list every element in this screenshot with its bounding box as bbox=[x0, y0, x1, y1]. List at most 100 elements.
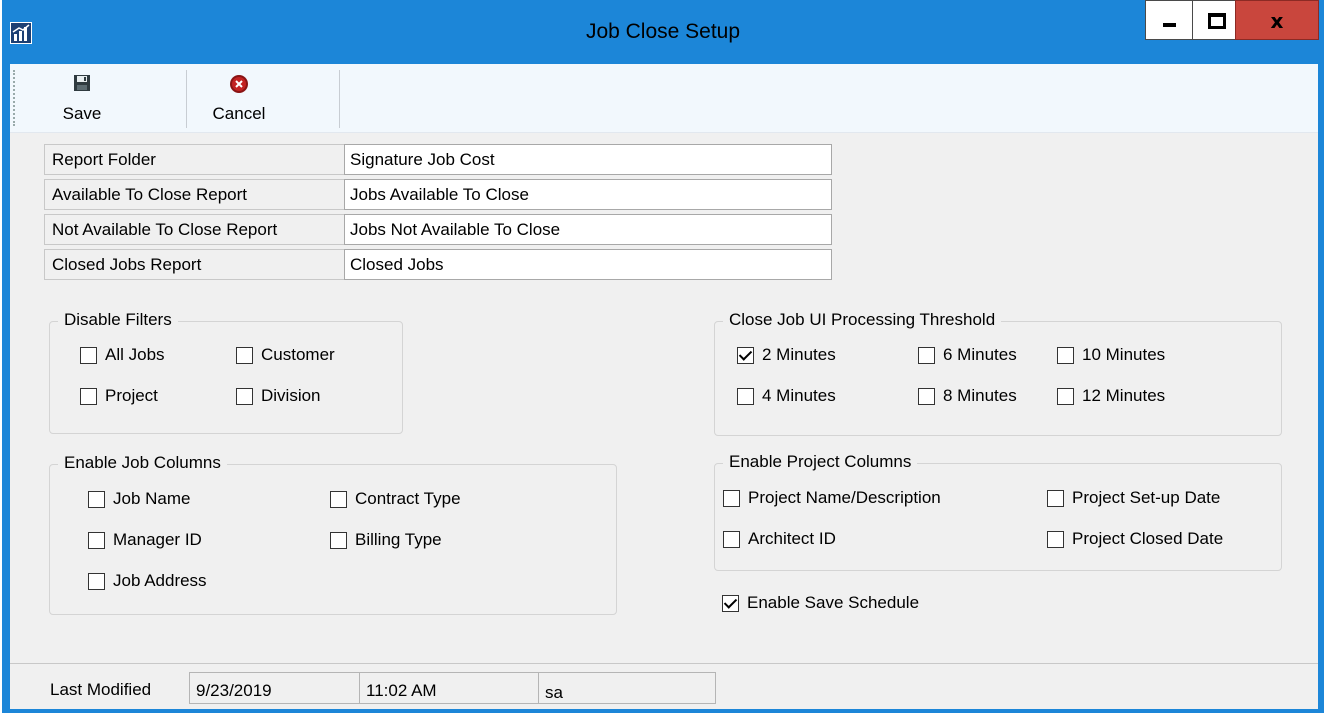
filter-project-checkbox[interactable]: Project bbox=[80, 385, 158, 407]
checkbox-label: Job Address bbox=[113, 571, 207, 590]
toolbar: Save Cancel bbox=[10, 64, 1318, 133]
checkbox-label: Customer bbox=[261, 345, 335, 364]
checkbox-label: Architect ID bbox=[748, 529, 836, 548]
group-title: Close Job UI Processing Threshold bbox=[723, 310, 1002, 330]
checkbox-label: 4 Minutes bbox=[762, 386, 836, 405]
checkbox-box[interactable] bbox=[236, 387, 253, 405]
cancel-label: Cancel bbox=[212, 104, 266, 123]
last-modified-date: 9/23/2019 bbox=[189, 672, 360, 704]
contract-type-checkbox[interactable]: Contract Type bbox=[330, 488, 461, 510]
job-address-checkbox[interactable]: Job Address bbox=[88, 570, 207, 592]
threshold-8-minutes-checkbox[interactable]: 8 Minutes bbox=[918, 385, 1017, 407]
job-columns-group: Enable Job Columns Job Name Contract Typ… bbox=[49, 453, 617, 615]
last-modified-user: sa bbox=[538, 672, 716, 704]
threshold-10-minutes-checkbox[interactable]: 10 Minutes bbox=[1057, 344, 1165, 366]
checkbox-box[interactable] bbox=[330, 531, 347, 549]
field-label: Report Folder bbox=[44, 144, 345, 175]
checkbox-label: Project bbox=[105, 386, 158, 405]
closed-jobs-report-input[interactable]: Closed Jobs bbox=[344, 249, 832, 280]
title-bar[interactable]: Job Close Setup x bbox=[2, 0, 1324, 64]
project-closed-date-checkbox[interactable]: Project Closed Date bbox=[1047, 528, 1223, 550]
toolbar-separator bbox=[186, 70, 187, 128]
checkbox-box[interactable] bbox=[918, 387, 935, 405]
field-label: Available To Close Report bbox=[44, 179, 345, 210]
checkbox-label: Project Closed Date bbox=[1072, 529, 1224, 548]
disable-filters-group: Disable Filters All Jobs Customer Projec… bbox=[49, 310, 403, 434]
project-columns-group: Enable Project Columns Project Name/Desc… bbox=[714, 452, 1282, 571]
cancel-icon bbox=[230, 75, 248, 93]
group-title: Enable Project Columns bbox=[723, 452, 918, 472]
filter-customer-checkbox[interactable]: Customer bbox=[236, 344, 335, 366]
last-modified-time: 11:02 AM bbox=[359, 672, 539, 704]
checkbox-label: Division bbox=[261, 386, 321, 405]
checkbox-label: 8 Minutes bbox=[943, 386, 1017, 405]
threshold-12-minutes-checkbox[interactable]: 12 Minutes bbox=[1057, 385, 1165, 407]
checkbox-box[interactable] bbox=[88, 531, 105, 549]
report-folder-input[interactable]: Signature Job Cost bbox=[344, 144, 832, 175]
maximize-icon bbox=[1208, 13, 1226, 29]
close-button[interactable]: x bbox=[1235, 0, 1319, 40]
checkbox-box[interactable] bbox=[918, 346, 935, 364]
status-bar: Last Modified 9/23/2019 11:02 AM sa bbox=[10, 663, 1318, 709]
floppy-disk-icon bbox=[74, 75, 90, 91]
filter-all-jobs-checkbox[interactable]: All Jobs bbox=[80, 344, 165, 366]
checkbox-label: 6 Minutes bbox=[943, 345, 1017, 364]
checkbox-box[interactable] bbox=[1047, 530, 1064, 548]
checkbox-box[interactable] bbox=[80, 346, 97, 364]
window-title: Job Close Setup bbox=[585, 20, 741, 43]
available-report-input[interactable]: Jobs Available To Close bbox=[344, 179, 832, 210]
cancel-button[interactable]: Cancel bbox=[193, 64, 285, 132]
threshold-group: Close Job UI Processing Threshold 2 Minu… bbox=[714, 310, 1282, 436]
architect-id-checkbox[interactable]: Architect ID bbox=[723, 528, 836, 550]
project-setup-date-checkbox[interactable]: Project Set-up Date bbox=[1047, 487, 1220, 509]
last-modified-label: Last Modified bbox=[50, 680, 152, 699]
close-icon: x bbox=[1270, 9, 1284, 33]
checkbox-box[interactable] bbox=[1057, 346, 1074, 364]
checkbox-label: Job Name bbox=[113, 489, 191, 508]
threshold-2-minutes-checkbox[interactable]: 2 Minutes bbox=[737, 344, 836, 366]
threshold-4-minutes-checkbox[interactable]: 4 Minutes bbox=[737, 385, 836, 407]
checkbox-label: Enable Save Schedule bbox=[747, 593, 920, 612]
checkbox-label: 10 Minutes bbox=[1082, 345, 1166, 364]
checkbox-label: Billing Type bbox=[355, 530, 442, 549]
minimize-button[interactable] bbox=[1145, 0, 1193, 40]
window: Job Close Setup x Save Cancel Report Fol… bbox=[2, 0, 1324, 713]
save-label: Save bbox=[62, 104, 102, 123]
checkbox-box[interactable] bbox=[723, 489, 740, 507]
checkbox-box[interactable] bbox=[1047, 489, 1064, 507]
enable-save-schedule-checkbox[interactable]: Enable Save Schedule bbox=[722, 592, 919, 614]
manager-id-checkbox[interactable]: Manager ID bbox=[88, 529, 202, 551]
save-button[interactable]: Save bbox=[48, 64, 116, 132]
checkbox-label: Project Name/Description bbox=[748, 488, 941, 507]
client-area: Save Cancel Report Folder Signature Job … bbox=[10, 64, 1318, 709]
maximize-button[interactable] bbox=[1192, 0, 1236, 40]
field-label: Closed Jobs Report bbox=[44, 249, 345, 280]
checkbox-box[interactable] bbox=[737, 346, 754, 364]
filter-division-checkbox[interactable]: Division bbox=[236, 385, 321, 407]
checkbox-label: 2 Minutes bbox=[762, 345, 836, 364]
toolbar-separator bbox=[339, 70, 340, 128]
checkbox-box[interactable] bbox=[723, 530, 740, 548]
checkbox-label: Project Set-up Date bbox=[1072, 488, 1221, 507]
threshold-6-minutes-checkbox[interactable]: 6 Minutes bbox=[918, 344, 1017, 366]
checkbox-box[interactable] bbox=[236, 346, 253, 364]
project-name-checkbox[interactable]: Project Name/Description bbox=[723, 487, 941, 509]
checkbox-box[interactable] bbox=[330, 490, 347, 508]
checkbox-box[interactable] bbox=[722, 594, 739, 612]
checkbox-box[interactable] bbox=[1057, 387, 1074, 405]
checkbox-box[interactable] bbox=[88, 572, 105, 590]
minimize-icon bbox=[1163, 23, 1176, 27]
checkbox-box[interactable] bbox=[80, 387, 97, 405]
field-label: Not Available To Close Report bbox=[44, 214, 345, 245]
group-title: Disable Filters bbox=[58, 310, 178, 330]
billing-type-checkbox[interactable]: Billing Type bbox=[330, 529, 442, 551]
checkbox-label: Manager ID bbox=[113, 530, 202, 549]
checkbox-box[interactable] bbox=[737, 387, 754, 405]
not-available-report-input[interactable]: Jobs Not Available To Close bbox=[344, 214, 832, 245]
toolbar-grip[interactable] bbox=[13, 70, 18, 126]
checkbox-label: All Jobs bbox=[105, 345, 165, 364]
checkbox-label: 12 Minutes bbox=[1082, 386, 1166, 405]
job-name-checkbox[interactable]: Job Name bbox=[88, 488, 190, 510]
checkbox-label: Contract Type bbox=[355, 489, 461, 508]
checkbox-box[interactable] bbox=[88, 490, 105, 508]
